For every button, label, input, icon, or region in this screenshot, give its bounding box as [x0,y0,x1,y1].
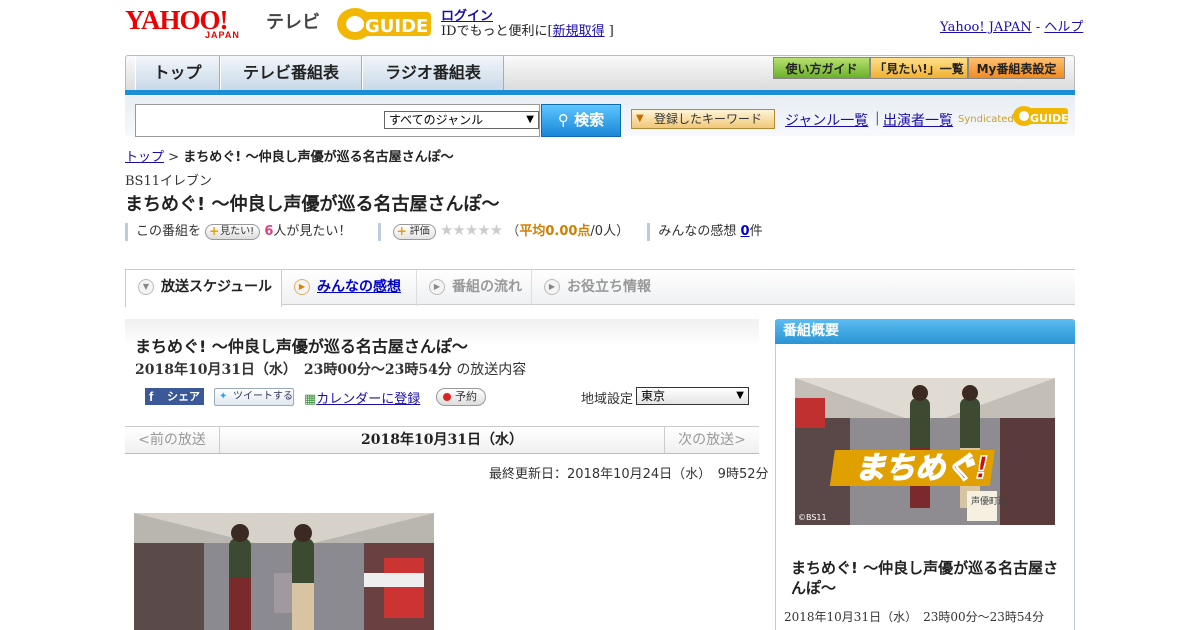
gguide-logo: GUIDE [335,6,433,42]
add-to-calendar-link[interactable]: ▦カレンダーに登録 [304,388,420,407]
link-separator: | [875,110,880,126]
previous-broadcast-button[interactable]: <前の放送 [125,427,220,453]
twitter-icon: ✦ [219,391,228,402]
cast-list-link[interactable]: 出演者一覧 [883,110,953,130]
tab-program-flow: ▶ 番組の流れ [417,270,532,306]
chevron-down-icon: ▼ [736,390,744,401]
reserve-button[interactable]: 予約 [436,388,486,406]
svg-text:Syndicated: Syndicated [958,114,1014,125]
search-icon: ⚲ [557,111,569,129]
chevron-down-icon: ▼ [138,279,154,295]
yahoo-japan-link[interactable]: Yahoo! JAPAN [940,20,1032,35]
svg-text:GUIDE: GUIDE [1030,112,1069,125]
program-overview-header: 番組概要 [775,319,1075,344]
overview-datetime: 2018年10月31日（水） 23時00分～23時54分 [784,610,1045,624]
rate-button[interactable]: 評価 [392,223,436,240]
program-key-visual: まちめぐ! 声優町巡 ©BS11 [795,378,1055,525]
header-links: Yahoo! JAPAN - ヘルプ [940,20,1084,35]
program-photo [134,513,434,630]
program-logo-text: まちめぐ! [855,451,989,486]
service-name: テレビ [266,12,320,33]
next-broadcast-button[interactable]: 次の放送> [664,427,759,453]
breadcrumb: トップ > まちめぐ! ～仲良し声優が巡る名古屋さんぽ～ [125,150,454,165]
tweet-button[interactable]: ✦ ツイートする [214,388,294,406]
guide-button[interactable]: 使い方ガイド [773,57,870,79]
program-stats: この番組を 見たい! 6人が見たい！ 評価 ★★★★★ （平均0.00点/0人）… [125,220,763,241]
svg-text:©BS11: ©BS11 [798,513,827,522]
schedule-title: まちめぐ! ～仲良し声優が巡る名古屋さんぽ～ [135,337,468,356]
overview-title: まちめぐ! ～仲良し声優が巡る名古屋さんぽ～ [791,559,1059,597]
impressions-count-link[interactable]: 0 [741,224,750,239]
genre-list-link[interactable]: ジャンル一覧 [785,110,868,130]
nav-tab-radio-schedule[interactable]: ラジオ番組表 [362,56,504,90]
program-title: まちめぐ! ～仲良し声優が巡る名古屋さんぽ～ [125,194,500,215]
facebook-share-button[interactable]: f シェア [145,388,204,405]
play-icon: ▶ [429,279,445,295]
divider [647,222,651,241]
yahoo-japan-sublogo: JAPAN [205,30,240,40]
channel-name: BS11イレブン [125,174,213,189]
gguide-logo-text: GUIDE [365,16,428,37]
svg-text:声優町巡: 声優町巡 [971,495,1007,507]
tab-schedule[interactable]: ▼ 放送スケジュール [125,270,282,307]
divider [125,222,128,241]
help-link[interactable]: ヘルプ [1044,20,1083,35]
nav-accent-bar [125,90,1075,95]
syndicated-gguide-logo: Syndicated GUIDE [958,104,1070,128]
my-schedule-settings-button[interactable]: My番組表設定 [968,57,1065,79]
nav-tab-top[interactable]: トップ [135,56,220,90]
region-select[interactable]: 東京 ▼ [636,387,749,405]
region-label: 地域設定 [581,392,634,407]
want-to-watch-button[interactable]: 見たい! [205,223,261,240]
login-promo: IDでもっと便利に[新規取得 ] [441,24,614,39]
dropdown-icon: ▼ [636,113,644,124]
genre-select[interactable]: すべてのジャンル ▼ [384,111,539,129]
calendar-icon: ▦ [304,392,317,407]
broadcast-datetime: 2018年10月31日（水） 23時00分～23時54分 の放送内容 [135,362,527,378]
tab-useful-info: ▶ お役立ち情報 [532,270,672,306]
chevron-down-icon: ▼ [526,114,534,125]
current-date: 2018年10月31日（水） [361,432,523,448]
play-icon: ▶ [544,279,560,295]
rating-stars: ★★★★★ [439,221,503,239]
divider [377,222,381,241]
register-link[interactable]: 新規取得 [553,24,605,39]
play-icon: ▶ [294,279,310,295]
last-updated: 最終更新日：2018年10月24日（水） 9時52分 [489,467,769,482]
nav-tab-tv-schedule[interactable]: テレビ番組表 [220,56,362,90]
tab-impressions[interactable]: ▶ みんなの感想 [282,270,417,306]
breadcrumb-home-link[interactable]: トップ [125,150,164,165]
facebook-icon: f [149,389,154,404]
search-button[interactable]: ⚲ 検索 [541,104,621,137]
want-list-button[interactable]: 「見たい!」一覧 [870,57,968,79]
registered-keywords-button[interactable]: ▼ 登録したキーワード [631,109,775,129]
